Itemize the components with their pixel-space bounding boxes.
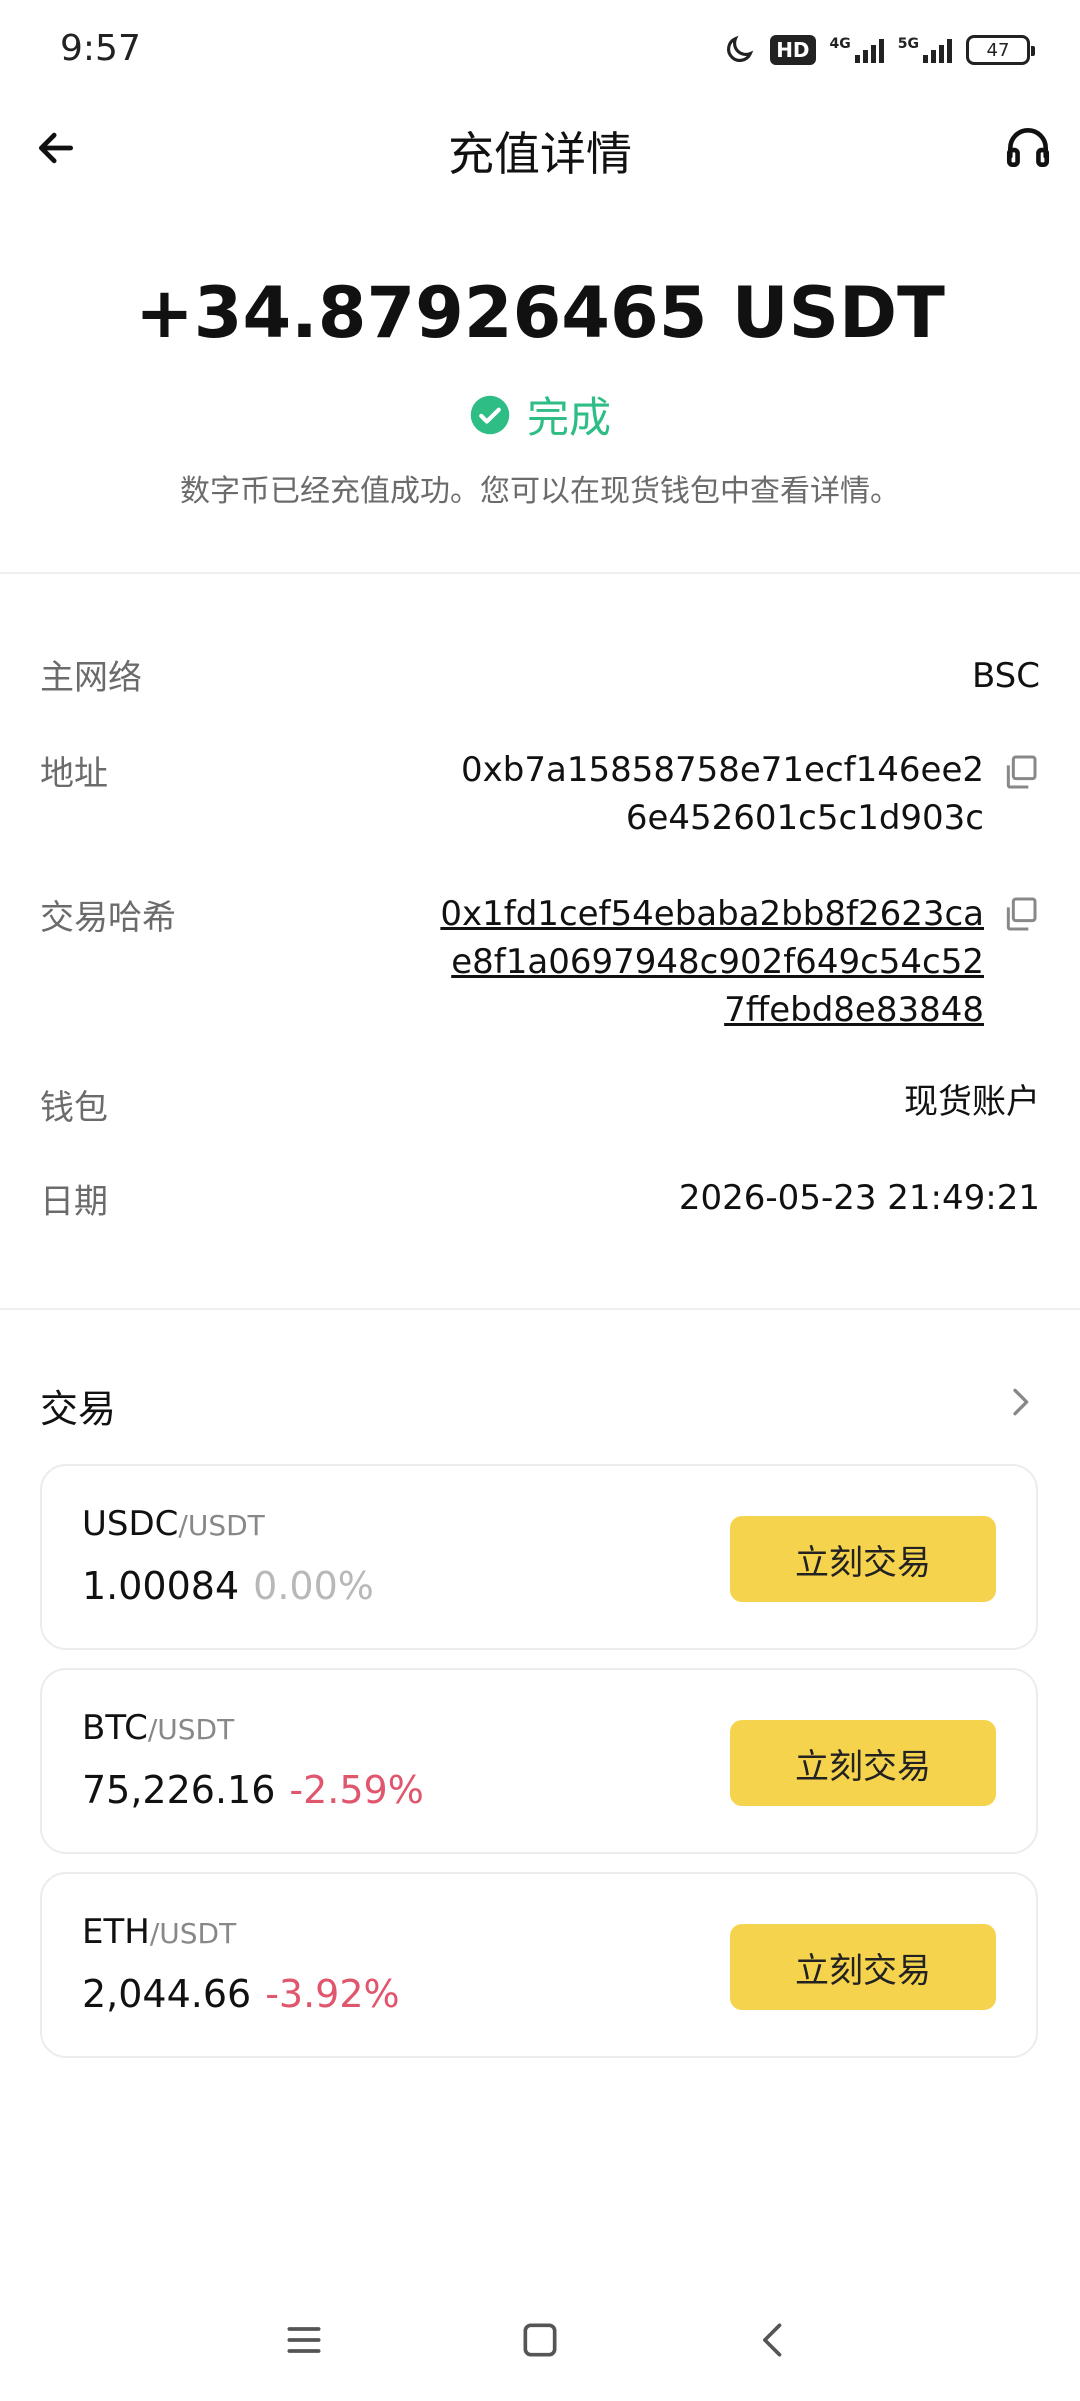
divider <box>0 1308 1080 1310</box>
status-text: 完成 <box>526 393 611 442</box>
pair-card-eth[interactable]: ETH/USDT 2,044.66 -3.92% 立刻交易 <box>40 1872 1038 2058</box>
pair-price: 2,044.66 <box>82 1972 252 2016</box>
signal-icon-5g: 5G <box>898 37 952 63</box>
support-button[interactable] <box>998 120 1058 176</box>
battery-icon: 47 <box>966 35 1035 65</box>
pair-price-row: 2,044.66 -3.92% <box>82 1972 400 2016</box>
wallet-value: 现货账户 <box>904 1082 1040 1122</box>
date-value: 2026-05-23 21:49:21 <box>678 1178 1040 1218</box>
pair-base: BTC <box>82 1708 148 1748</box>
pair-name: BTC/USDT <box>82 1708 234 1748</box>
address-label: 地址 <box>40 754 108 794</box>
pair-price-row: 75,226.16 -2.59% <box>82 1768 424 1812</box>
trade-now-button[interactable]: 立刻交易 <box>730 1516 996 1602</box>
battery-level: 47 <box>986 39 1010 61</box>
pair-name: USDC/USDT <box>82 1504 265 1544</box>
check-circle-icon <box>470 395 510 434</box>
pair-quote: /USDT <box>149 1917 237 1950</box>
network-value: BSC <box>971 656 1040 696</box>
deposit-amount: +34.87926465 USDT <box>135 272 945 354</box>
pair-base: USDC <box>82 1504 179 1544</box>
signal-icon-4g: 4G <box>830 37 884 63</box>
address-line: 6e452601c5c1d903c <box>625 798 984 838</box>
pair-price: 75,226.16 <box>82 1768 276 1812</box>
network-label-4g: 4G <box>829 36 851 52</box>
back-chevron-icon <box>763 2323 782 2357</box>
moon-icon <box>722 33 756 67</box>
tx-hash-line: 0x1fd1cef54ebaba2bb8f2623ca <box>440 894 984 934</box>
pair-change: -3.92% <box>265 1972 400 2016</box>
pair-card-btc[interactable]: BTC/USDT 75,226.16 -2.59% 立刻交易 <box>40 1668 1038 1854</box>
pair-change: -2.59% <box>289 1768 424 1812</box>
tx-hash-label: 交易哈希 <box>40 898 176 938</box>
summary-description: 数字币已经充值成功。您可以在现货钱包中查看详情。 <box>180 474 900 509</box>
status-bar: 9:57 HD 4G 5G 47 <box>0 0 1080 100</box>
nav-back-button[interactable] <box>744 2310 804 2370</box>
tx-hash-line: 7ffebd8e83848 <box>724 990 984 1030</box>
home-square-icon <box>523 2323 557 2357</box>
chevron-right-icon[interactable] <box>1000 1382 1040 1422</box>
pair-quote: /USDT <box>178 1509 265 1542</box>
network-label-5g: 5G <box>897 36 919 52</box>
system-nav-bar <box>0 2290 1080 2380</box>
address-line: 0xb7a15858758e71ecf146ee2 <box>461 750 984 790</box>
tx-hash-link[interactable]: 0x1fd1cef54ebaba2bb8f2623ca e8f1a0697948… <box>424 890 984 1034</box>
pair-price: 1.00084 <box>82 1564 240 1608</box>
pair-card-usdc[interactable]: USDC/USDT 1.00084 0.00% 立刻交易 <box>40 1464 1038 1650</box>
copy-icon[interactable] <box>1000 752 1040 792</box>
nav-menu-button[interactable] <box>274 2310 334 2370</box>
hd-icon: HD <box>770 35 816 65</box>
copy-icon[interactable] <box>1000 894 1040 934</box>
status-time: 9:57 <box>60 28 141 69</box>
page-title: 充值详情 <box>448 127 632 181</box>
header: 充值详情 <box>0 100 1080 196</box>
headset-icon <box>1006 128 1050 167</box>
status-row: 完成 <box>0 384 1080 445</box>
pair-price-row: 1.00084 0.00% <box>82 1564 374 1608</box>
trade-now-button[interactable]: 立刻交易 <box>730 1720 996 1806</box>
status-icons: HD 4G 5G 47 <box>722 28 1035 72</box>
date-label: 日期 <box>40 1182 108 1222</box>
pair-base: ETH <box>82 1912 150 1952</box>
trade-now-button[interactable]: 立刻交易 <box>730 1924 996 2010</box>
wallet-label: 钱包 <box>40 1088 108 1128</box>
nav-home-button[interactable] <box>510 2310 570 2370</box>
address-value: 0xb7a15858758e71ecf146ee2 6e452601c5c1d9… <box>424 746 984 842</box>
network-label: 主网络 <box>40 658 142 698</box>
pair-name: ETH/USDT <box>82 1912 236 1952</box>
menu-icon <box>287 2327 321 2353</box>
pair-change: 0.00% <box>253 1564 374 1608</box>
trade-section-title[interactable]: 交易 <box>40 1378 116 1433</box>
tx-hash-line: e8f1a0697948c902f649c54c52 <box>451 942 984 982</box>
divider <box>0 572 1080 574</box>
pair-quote: /USDT <box>147 1713 235 1746</box>
